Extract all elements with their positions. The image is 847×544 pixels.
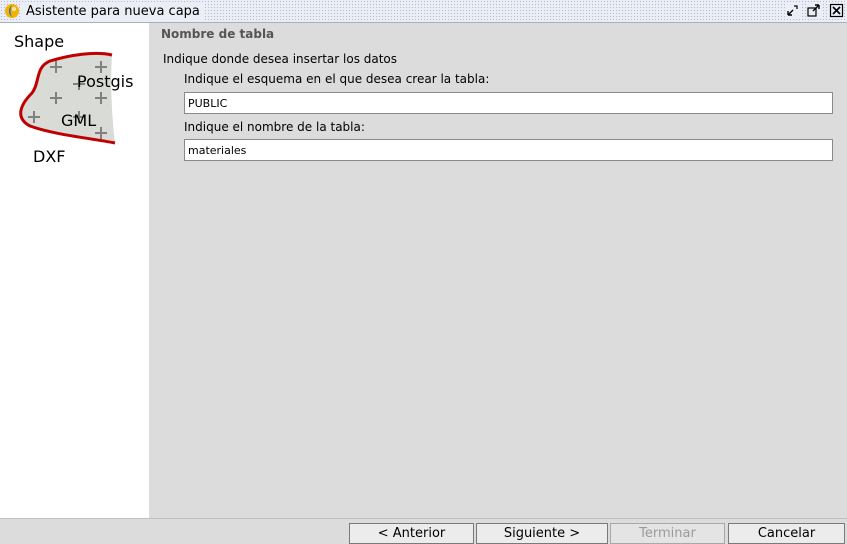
schema-label: Indique el esquema en el que desea crear… bbox=[184, 72, 490, 86]
wizard-image-panel: Shape Postgis GML DXF bbox=[0, 23, 149, 518]
finish-button[interactable]: Terminar bbox=[610, 523, 725, 544]
gml-label: GML bbox=[61, 111, 97, 130]
window-title: Asistente para nueva capa bbox=[22, 2, 204, 20]
insert-intro-text: Indique donde desea insertar los datos bbox=[163, 52, 398, 66]
dxf-label: DXF bbox=[33, 147, 66, 166]
cancel-button[interactable]: Cancelar bbox=[728, 523, 845, 544]
wizard-content: Nombre de tabla Indique donde desea inse… bbox=[149, 23, 847, 518]
gvsig-app-icon bbox=[4, 3, 20, 19]
table-name-label: Indique el nombre de la tabla: bbox=[184, 120, 365, 134]
maximize-icon[interactable] bbox=[806, 3, 821, 18]
button-bar: < Anterior Siguiente > Terminar Cancelar bbox=[0, 518, 847, 544]
next-button[interactable]: Siguiente > bbox=[476, 523, 608, 544]
postgis-label: Postgis bbox=[77, 72, 134, 91]
shape-label: Shape bbox=[14, 32, 65, 51]
title-bar[interactable]: Asistente para nueva capa bbox=[0, 0, 847, 23]
schema-input[interactable] bbox=[184, 92, 833, 114]
previous-button[interactable]: < Anterior bbox=[349, 523, 474, 544]
close-icon[interactable] bbox=[829, 3, 844, 18]
wizard-window: Asistente para nueva capa Shape Postgis … bbox=[0, 0, 847, 544]
table-name-input[interactable] bbox=[184, 139, 833, 161]
section-title: Nombre de tabla bbox=[161, 27, 275, 41]
minimize-icon[interactable] bbox=[785, 3, 800, 18]
